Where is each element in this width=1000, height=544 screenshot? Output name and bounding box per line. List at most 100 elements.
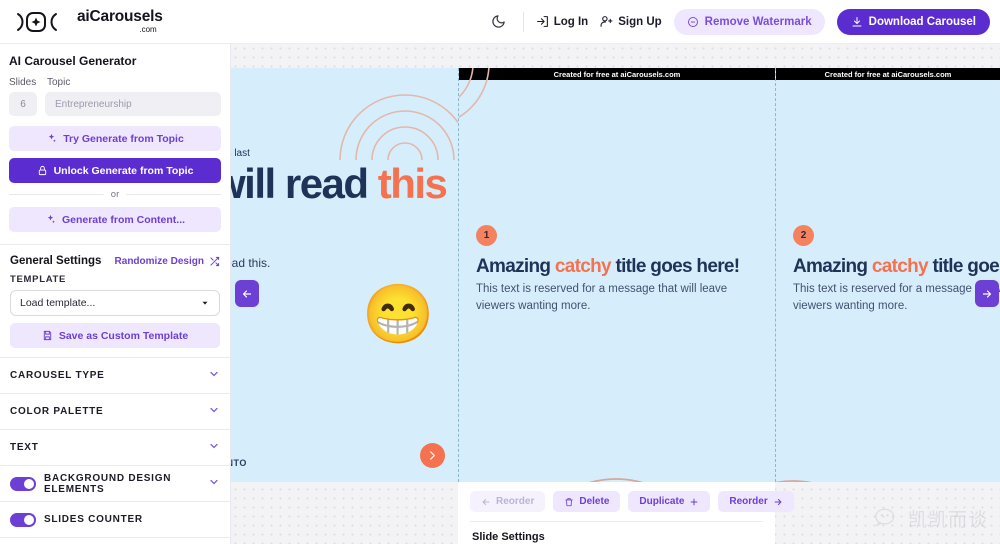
sidebar-item-color-palette[interactable]: COLOR PALETTE bbox=[0, 393, 230, 429]
carousel-slide[interactable]: this last will read this read this. 😁 IE… bbox=[231, 68, 458, 482]
slide-title-part1: Amazing bbox=[476, 256, 555, 277]
slide-number-badge: 1 bbox=[476, 225, 497, 246]
slide-title-part2: title goes here! bbox=[932, 256, 1000, 277]
arrow-right-icon bbox=[430, 451, 435, 460]
delete-slide-button[interactable]: Delete bbox=[553, 491, 621, 512]
slides-counter-toggle[interactable] bbox=[10, 512, 36, 527]
remove-watermark-button[interactable]: Remove Watermark bbox=[673, 8, 825, 35]
slide-title: Amazing catchy title goes here! bbox=[476, 256, 740, 278]
download-carousel-label: Download Carousel bbox=[868, 15, 976, 28]
slides-label: Slides bbox=[9, 77, 37, 88]
lock-icon bbox=[38, 165, 46, 176]
logo-domain: .com bbox=[139, 24, 157, 34]
duplicate-slide-label: Duplicate bbox=[639, 496, 685, 507]
sidebar-item-slides-counter[interactable]: SLIDES COUNTER bbox=[0, 501, 230, 537]
template-label: TEMPLATE bbox=[10, 274, 67, 285]
next-slide-button[interactable] bbox=[975, 280, 999, 307]
download-carousel-button[interactable]: Download Carousel bbox=[836, 8, 990, 35]
or-label: or bbox=[110, 189, 120, 200]
logo[interactable]: aiCarousels .com bbox=[12, 9, 163, 34]
carousel-canvas[interactable]: this last will read this read this. 😁 IE… bbox=[231, 44, 1000, 544]
trash-icon bbox=[565, 497, 574, 506]
sidebar-item-text[interactable]: TEXT bbox=[0, 429, 230, 465]
load-template-select[interactable]: Load template... bbox=[10, 290, 220, 316]
slides-count-input[interactable] bbox=[9, 92, 37, 116]
sidebar-item-carousel-type[interactable]: CAROUSEL TYPE bbox=[0, 357, 230, 393]
arrow-left-icon bbox=[482, 498, 490, 505]
unlock-generate-button[interactable]: Unlock Generate from Topic bbox=[9, 158, 221, 183]
chevron-down-icon bbox=[208, 403, 220, 421]
generate-from-content-label: Generate from Content... bbox=[61, 213, 186, 226]
moon-icon[interactable] bbox=[487, 10, 511, 34]
background-design-elements-toggle[interactable] bbox=[10, 476, 36, 491]
delete-slide-label: Delete bbox=[579, 496, 610, 507]
chevron-down-icon bbox=[202, 301, 208, 305]
generator-title: AI Carousel Generator bbox=[9, 54, 137, 68]
save-icon bbox=[43, 330, 51, 341]
logo-name: aiCarousels bbox=[77, 8, 163, 26]
slide-next-circle-button[interactable] bbox=[420, 443, 445, 468]
header-divider bbox=[522, 11, 524, 32]
login-button[interactable]: Log In bbox=[536, 15, 589, 28]
app-header: aiCarousels .com Log In Sign Up Remove W… bbox=[0, 0, 1000, 44]
sidebar-item-branding[interactable]: BRANDING bbox=[0, 537, 230, 544]
reorder-left-button[interactable]: Reorder bbox=[470, 491, 546, 512]
grinning-face-emoji: 😁 bbox=[362, 282, 435, 347]
minus-circle-icon bbox=[687, 16, 698, 27]
arrow-right-icon bbox=[774, 498, 782, 505]
slide-body-text: This text is reserved for a message that… bbox=[476, 283, 728, 312]
color-palette-label: COLOR PALETTE bbox=[10, 406, 104, 417]
generate-from-content-button[interactable]: Generate from Content... bbox=[9, 207, 221, 232]
reorder-left-label: Reorder bbox=[496, 496, 535, 507]
signup-button[interactable]: Sign Up bbox=[600, 15, 662, 28]
download-icon bbox=[852, 16, 862, 26]
slide-title-part1: Amazing bbox=[793, 256, 872, 277]
slide-body-text: This text is reserved for a message that… bbox=[793, 283, 1000, 312]
reorder-right-label: Reorder bbox=[729, 496, 768, 507]
chevron-down-icon bbox=[208, 475, 220, 493]
prev-slide-button[interactable] bbox=[235, 280, 259, 307]
slide-footer-text: IENTO bbox=[231, 458, 247, 468]
try-generate-label: Try Generate from Topic bbox=[63, 132, 184, 145]
slide-subtext: read this. bbox=[231, 256, 271, 270]
sidebar-item-background-design-elements[interactable]: BACKGROUND DESIGN ELEMENTS bbox=[0, 465, 230, 501]
login-icon bbox=[536, 16, 548, 27]
sparkle-icon bbox=[48, 133, 57, 143]
chevron-down-icon bbox=[208, 367, 220, 385]
plus-icon bbox=[690, 498, 698, 505]
text-label: TEXT bbox=[10, 442, 39, 453]
carousel-slide[interactable]: Created for free at aiCarousels.com 1 Am… bbox=[458, 68, 775, 482]
ai-generator-section: AI Carousel Generator Slides Topic Try G… bbox=[0, 44, 230, 245]
topic-input[interactable] bbox=[45, 92, 221, 116]
slide-title-highlight: catchy bbox=[554, 256, 612, 277]
slide-title: Amazing catchy title goes here! bbox=[793, 256, 1000, 278]
general-settings-header: General Settings Randomize Design bbox=[0, 245, 230, 274]
try-generate-from-topic-button[interactable]: Try Generate from Topic bbox=[9, 126, 221, 151]
save-custom-template-label: Save as Custom Template bbox=[58, 329, 189, 342]
signup-label: Sign Up bbox=[618, 15, 662, 28]
slide-title-highlight: catchy bbox=[871, 256, 929, 277]
background-design-elements-label: BACKGROUND DESIGN ELEMENTS bbox=[44, 472, 172, 495]
slide-headline-part1: will read bbox=[231, 160, 369, 207]
login-label: Log In bbox=[553, 15, 589, 28]
slide-number-badge: 2 bbox=[793, 225, 814, 246]
wechat-watermark: 凯凯而谈 bbox=[875, 505, 988, 532]
reorder-right-button[interactable]: Reorder bbox=[718, 491, 794, 512]
wechat-icon bbox=[875, 508, 895, 526]
duplicate-slide-button[interactable]: Duplicate bbox=[628, 491, 711, 512]
slide-title-part2: title goes here! bbox=[610, 256, 740, 277]
remove-watermark-label: Remove Watermark bbox=[704, 15, 812, 28]
save-custom-template-button[interactable]: Save as Custom Template bbox=[10, 323, 220, 348]
carousel-type-label: CAROUSEL TYPE bbox=[10, 370, 105, 381]
chevron-down-icon bbox=[208, 439, 220, 457]
randomize-design-button[interactable]: Randomize Design bbox=[115, 256, 220, 267]
general-settings-title: General Settings bbox=[10, 255, 102, 267]
slide-headline-highlight: this bbox=[377, 160, 448, 207]
slide-settings-panel: Reorder Delete Duplicate Reorder Slide S… bbox=[458, 482, 794, 544]
load-template-value: Load template... bbox=[20, 297, 96, 309]
carousel-slide[interactable]: Created for free at aiCarousels.com 2 Am… bbox=[775, 68, 1000, 482]
arrow-left-icon bbox=[242, 289, 252, 298]
slides-strip: this last will read this read this. 😁 IE… bbox=[231, 68, 1000, 482]
sparkle-icon bbox=[47, 214, 55, 224]
slide-settings-heading: Slide Settings bbox=[472, 531, 545, 543]
